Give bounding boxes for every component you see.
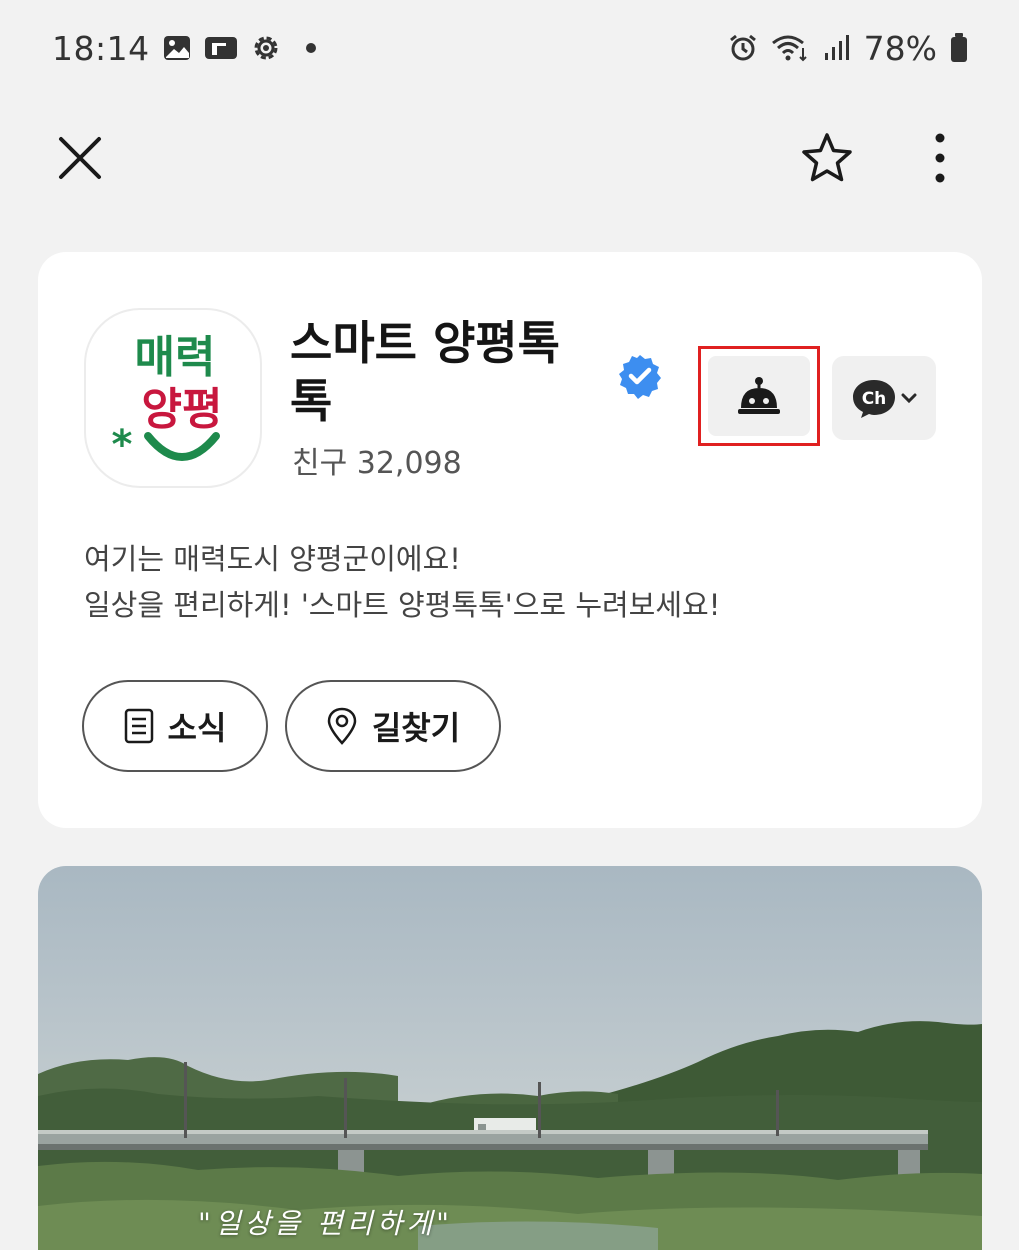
status-right: 78% [728,29,969,68]
battery-percent: 78% [863,28,937,68]
more-button[interactable] [912,127,968,189]
svg-text:*: * [112,422,133,468]
logo-text-line1: 매력 [135,332,216,383]
news-button[interactable]: 소식 [82,680,268,772]
signal-icon [822,33,852,63]
status-time: 18:14 [52,28,150,68]
star-icon [802,133,852,182]
chevron-down-icon [901,393,917,404]
notification-dot [305,43,316,53]
location-pin-icon [327,707,357,745]
channel-chat-icon: Ch [853,380,895,418]
chatbot-button-highlight [698,346,820,446]
chatbot-bell-icon [738,377,780,414]
banner-image[interactable]: "일상을 편리하게" [38,866,982,1250]
channel-menu-button[interactable]: Ch [832,356,936,440]
status-left: 18:14 [52,29,316,68]
settings-icon [250,32,282,64]
channel-name: 스마트 양평톡톡 [290,316,560,428]
banner-caption: "일상을 편리하게" [198,1207,453,1240]
gallery-icon [162,33,192,63]
directions-button[interactable]: 길찾기 [285,680,501,772]
wifi-icon [770,32,810,64]
description-line-1: 여기는 매력도시 양평군이에요! [84,542,461,576]
directions-label: 길찾기 [371,709,461,747]
close-button[interactable] [52,130,108,186]
app-icon [204,33,238,63]
chatbot-button[interactable] [708,356,810,436]
profile-card: 매력 양평 * 스마트 양평톡톡 친구 32,098 Ch 여기는 매력도시 양… [38,252,982,828]
battery-icon [949,32,969,64]
channel-logo[interactable]: 매력 양평 * [84,308,262,488]
favorite-button[interactable] [796,127,858,189]
friends-count: 친구 32,098 [292,438,462,482]
document-icon [124,708,153,744]
status-bar: 18:14 78% [0,0,1019,96]
channel-icon-text: Ch [862,389,887,409]
logo-text-line2: 양평 [142,384,223,435]
close-icon [59,137,101,179]
landscape-illustration [38,1021,982,1250]
channel-description: 여기는 매력도시 양평군이에요! 일상을 편리하게! '스마트 양평톡톡'으로 … [84,536,720,628]
more-vertical-icon [935,133,945,183]
news-label: 소식 [167,709,227,747]
description-line-2: 일상을 편리하게! '스마트 양평톡톡'으로 누려보세요! [84,588,721,622]
alarm-icon [728,33,758,63]
friends-number: 32,098 [356,446,462,481]
friends-label: 친구 [292,446,348,481]
verified-badge-icon [617,353,663,399]
top-bar [0,112,1019,202]
